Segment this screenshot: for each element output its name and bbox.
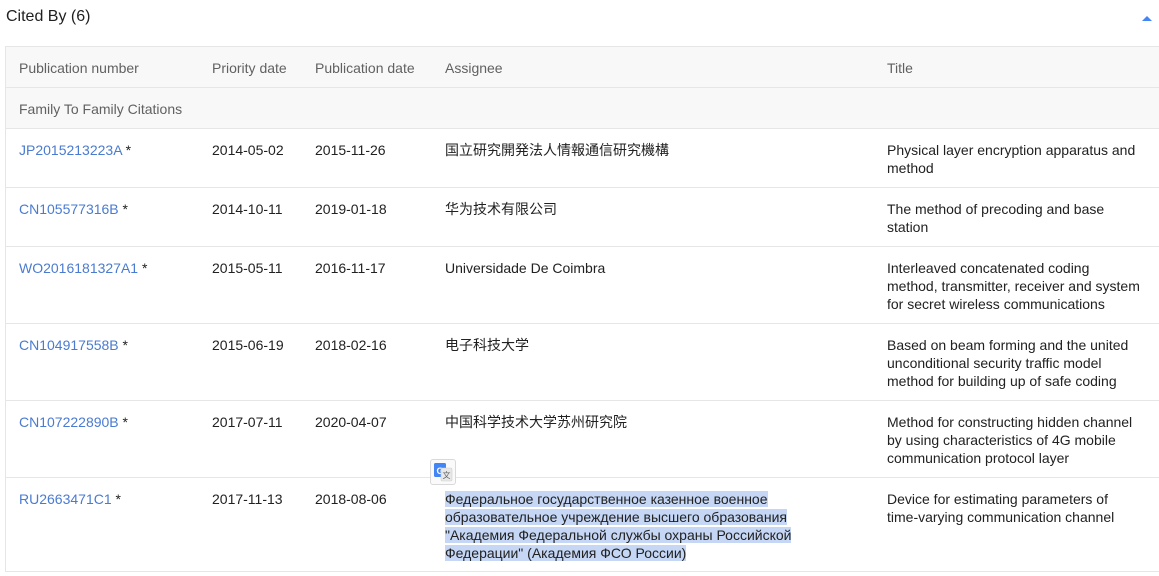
priority-date-cell: 2015-06-19: [212, 337, 284, 353]
table-header-row: Publication number Priority date Publica…: [6, 47, 1159, 88]
title-line: time-varying communication channel: [887, 509, 1115, 525]
publication-link[interactable]: CN104917558B: [19, 337, 119, 353]
publication-link[interactable]: WO2016181327A1: [19, 260, 138, 276]
title-line: unconditional security traffic model: [887, 355, 1102, 371]
publication-date-cell: 2018-08-06: [315, 491, 387, 507]
header-title[interactable]: Title: [887, 59, 1155, 77]
star-marker: *: [122, 201, 128, 217]
title-cell: Based on beam forming and the united unc…: [887, 336, 1155, 390]
publication-link[interactable]: CN105577316B: [19, 201, 119, 217]
title-cell: Device for estimating parameters of time…: [887, 490, 1155, 526]
publication-date-cell: 2015-11-26: [315, 142, 386, 158]
star-marker: *: [122, 414, 128, 430]
priority-date-cell: 2015-05-11: [212, 260, 283, 276]
table-row: JP2015213223A * 2014-05-02 2015-11-26 国立…: [6, 129, 1159, 188]
title-line: The method of precoding and base: [887, 201, 1105, 217]
title-line: Method for constructing hidden channel: [887, 414, 1133, 430]
title-cell: Physical layer encryption apparatus and …: [887, 141, 1155, 177]
title-line: by using characteristics of 4G mobile: [887, 432, 1116, 448]
selected-text-line: Федеральное государственное казенное вое…: [445, 491, 768, 507]
title-line: method, transmitter, receiver and system: [887, 278, 1140, 294]
title-line: Interleaved concatenated coding: [887, 260, 1090, 276]
publication-date-cell: 2016-11-17: [315, 260, 386, 276]
selected-text-line: "Академия Федеральной службы охраны Росс…: [445, 527, 792, 543]
title-line: Device for estimating parameters of: [887, 491, 1108, 507]
title-cell: Method for constructing hidden channel b…: [887, 413, 1155, 467]
cited-by-header: Cited By (6): [0, 0, 1159, 36]
table-row: WO2016181327A1 * 2015-05-11 2016-11-17 U…: [6, 247, 1159, 324]
google-translate-icon[interactable]: G 文: [430, 459, 456, 485]
title-cell: The method of precoding and base station: [887, 200, 1155, 236]
assignee-cell: 电子科技大学: [445, 337, 529, 353]
title-line: Physical layer encryption apparatus and: [887, 142, 1136, 158]
assignee-cell: Universidade De Coimbra: [445, 260, 606, 276]
family-citations-group-row: Family To Family Citations: [6, 88, 1159, 129]
header-priority-date[interactable]: Priority date: [212, 59, 307, 77]
selected-text-line: Федерации" (Академия ФСО России): [445, 545, 687, 561]
star-marker: *: [125, 142, 132, 158]
publication-number-cell: JP2015213223A *: [19, 141, 199, 159]
publication-number-cell: CN105577316B *: [19, 200, 199, 218]
title-line: Based on beam forming and the united: [887, 337, 1129, 353]
star-marker: *: [122, 337, 128, 353]
table-row: CN104917558B * 2015-06-19 2018-02-16 电子科…: [6, 324, 1159, 401]
star-marker: *: [141, 260, 148, 276]
title-line: communication protocol layer: [887, 450, 1070, 466]
table-row: CN107222890B * 2017-07-11 2020-04-07 中国科…: [6, 401, 1159, 478]
title-line: method: [887, 160, 934, 176]
publication-date-cell: 2018-02-16: [315, 337, 387, 353]
cited-by-table: Publication number Priority date Publica…: [5, 46, 1159, 572]
title-line: station: [887, 219, 929, 235]
header-publication-date[interactable]: Publication date: [315, 59, 435, 77]
group-label: Family To Family Citations: [19, 101, 183, 117]
chevron-up-icon[interactable]: [1139, 11, 1155, 25]
section-title: Cited By (6): [6, 8, 91, 25]
header-assignee[interactable]: Assignee: [445, 59, 865, 77]
star-marker: *: [115, 491, 121, 507]
assignee-cell: 中国科学技术大学苏州研究院: [445, 414, 627, 430]
table-row: CN105577316B * 2014-10-11 2019-01-18 华为技…: [6, 188, 1159, 247]
priority-date-cell: 2017-11-13: [212, 491, 283, 507]
assignee-cell: 华为技术有限公司: [445, 201, 557, 217]
svg-text:文: 文: [443, 470, 451, 480]
assignee-cell: Федеральное государственное казенное вое…: [445, 490, 865, 562]
assignee-cell: 国立研究開発法人情報通信研究機構: [445, 142, 669, 158]
title-cell: Interleaved concatenated coding method, …: [887, 259, 1155, 313]
title-line: for secret wireless communications: [887, 296, 1105, 312]
priority-date-cell: 2017-07-11: [212, 414, 283, 430]
header-publication-number[interactable]: Publication number: [19, 59, 199, 77]
publication-link[interactable]: CN107222890B: [19, 414, 119, 430]
publication-date-cell: 2020-04-07: [315, 414, 387, 430]
publication-date-cell: 2019-01-18: [315, 201, 387, 217]
publication-number-cell: WO2016181327A1 *: [19, 259, 199, 277]
publication-number-cell: CN104917558B *: [19, 336, 199, 354]
title-line: method for building up of safe coding: [887, 373, 1117, 389]
publication-link[interactable]: RU2663471C1: [19, 491, 112, 507]
priority-date-cell: 2014-10-11: [212, 201, 283, 217]
publication-link[interactable]: JP2015213223A: [19, 142, 122, 158]
table-row: RU2663471C1 * 2017-11-13 2018-08-06 Феде…: [6, 478, 1159, 571]
publication-number-cell: CN107222890B *: [19, 413, 199, 431]
publication-number-cell: RU2663471C1 *: [19, 490, 199, 508]
priority-date-cell: 2014-05-02: [212, 142, 284, 158]
selected-text-line: образовательное учреждение высшего образ…: [445, 509, 787, 525]
